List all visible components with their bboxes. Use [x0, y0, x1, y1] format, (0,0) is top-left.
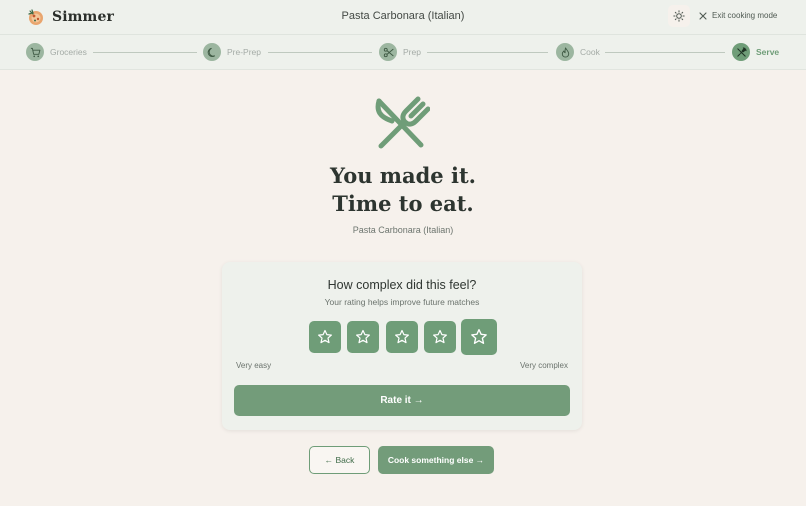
- star-button-2[interactable]: [347, 321, 379, 353]
- close-icon: [699, 11, 707, 20]
- step-groceries[interactable]: Groceries: [26, 43, 87, 61]
- step-connector: [268, 52, 372, 53]
- rating-hint: Your rating helps improve future matches: [324, 297, 480, 307]
- star-icon: [318, 329, 332, 344]
- step-icon-wrap: [732, 43, 750, 61]
- scissors-icon: [383, 47, 394, 57]
- cart-icon: [30, 47, 40, 57]
- step-connector: [93, 52, 197, 53]
- step-serve[interactable]: Serve: [732, 43, 779, 61]
- theme-toggle-button[interactable]: [668, 5, 690, 27]
- step-cook[interactable]: Cook: [556, 43, 600, 61]
- star-button-4[interactable]: [424, 321, 456, 353]
- step-label: Cook: [580, 47, 600, 57]
- star-icon: [356, 329, 370, 344]
- back-button[interactable]: ← Back: [309, 446, 370, 474]
- star-button-1[interactable]: [309, 321, 341, 353]
- step-label: Serve: [756, 47, 780, 57]
- utensils-icon: [375, 96, 430, 149]
- star-icon: [471, 329, 487, 344]
- step-label: Groceries: [50, 47, 87, 57]
- progress-stepper: Groceries Pre-Prep Prep Cook Serve: [0, 35, 806, 70]
- exit-cooking-mode-button[interactable]: Exit cooking mode: [699, 11, 777, 20]
- exit-label: Exit cooking mode: [712, 11, 778, 20]
- star-button-3[interactable]: [386, 321, 418, 353]
- star-rating: [222, 319, 582, 355]
- step-icon-wrap: [556, 43, 574, 61]
- star-button-5[interactable]: [461, 319, 497, 355]
- rate-it-button[interactable]: Rate it →: [234, 385, 570, 416]
- scale-low-label: Very easy: [236, 361, 272, 370]
- rating-card: How complex did this feel? Your rating h…: [222, 262, 582, 430]
- sun-icon: [673, 10, 685, 22]
- utensils-icon: [736, 46, 747, 57]
- star-icon: [395, 329, 409, 344]
- top-header: Simmer Pasta Carbonara (Italian) Exit co…: [0, 0, 806, 35]
- title-line-1: You made it.: [330, 163, 476, 188]
- completion-title: You made it. Time to eat.: [0, 162, 806, 218]
- step-connector: [427, 52, 548, 53]
- rating-question: How complex did this feel?: [327, 278, 477, 292]
- step-prep[interactable]: Prep: [379, 43, 421, 61]
- scale-high-label: Very complex: [519, 361, 568, 370]
- step-label: Pre-Prep: [227, 47, 262, 57]
- step-connector: [605, 52, 725, 53]
- moon-icon: [207, 47, 215, 57]
- step-icon-wrap: [203, 43, 221, 61]
- star-icon: [433, 329, 447, 344]
- flame-icon: [561, 46, 569, 57]
- step-icon-wrap: [379, 43, 397, 61]
- step-pre-prep[interactable]: Pre-Prep: [203, 43, 261, 61]
- title-line-2: Time to eat.: [332, 191, 474, 216]
- recipe-subtitle: Pasta Carbonara (Italian): [352, 225, 454, 235]
- step-label: Prep: [403, 47, 421, 57]
- cook-something-else-button[interactable]: Cook something else →: [378, 446, 494, 474]
- step-icon-wrap: [26, 43, 44, 61]
